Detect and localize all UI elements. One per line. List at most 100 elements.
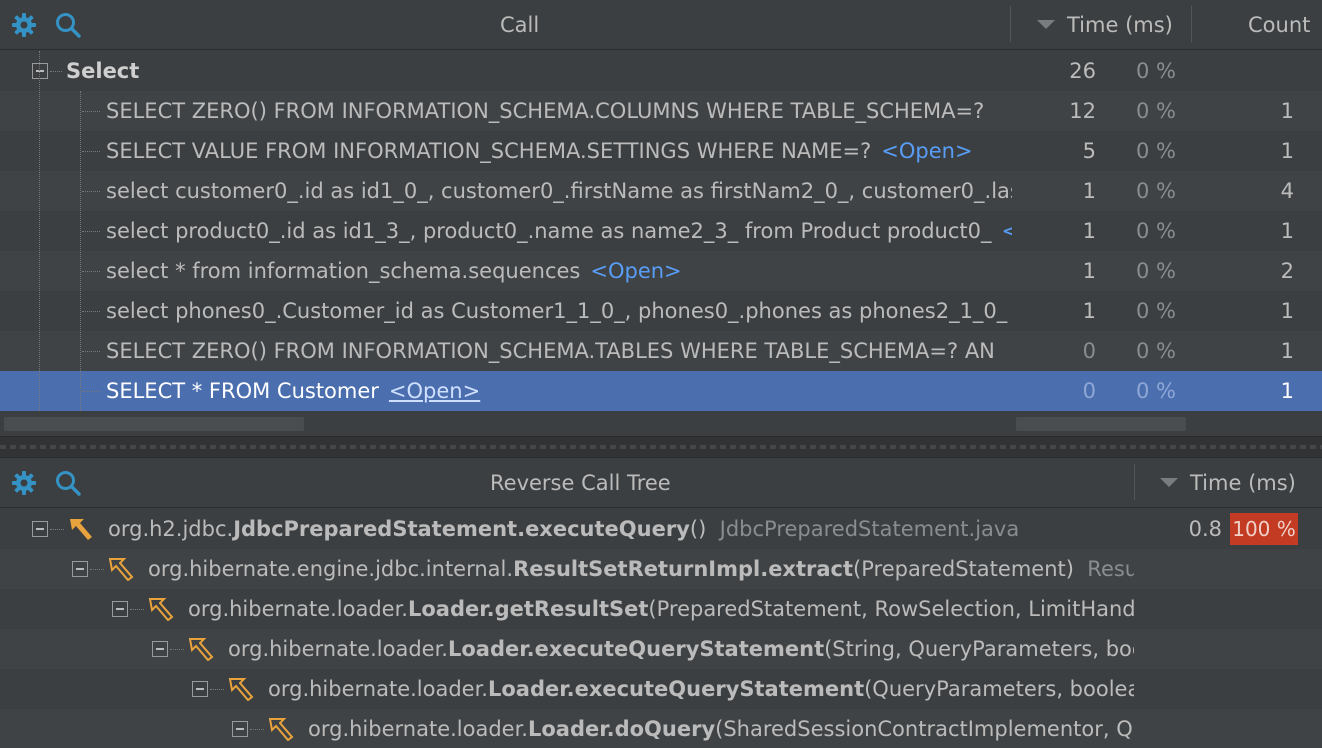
tree-connector [82, 151, 100, 152]
gear-icon[interactable] [10, 11, 38, 39]
tree-connector [82, 391, 100, 392]
call-percent: 0 % [1136, 259, 1176, 283]
search-icon[interactable] [54, 469, 82, 497]
frame-text: org.hibernate.engine.jdbc.internal.Resul… [148, 549, 1134, 589]
open-link[interactable]: < [1002, 219, 1013, 243]
frame-dot: . [517, 517, 526, 541]
frame-text: org.hibernate.loader.Loader.doQuery(Shar… [308, 709, 1134, 748]
frame-args: (SharedSessionContractImplementor, Qu [715, 717, 1134, 741]
call-count: 1 [1280, 299, 1294, 323]
call-percent: 0 % [1136, 219, 1176, 243]
call-sql: SELECT ZERO() FROM INFORMATION_SCHEMA.TA… [106, 339, 995, 363]
call-row-selected[interactable]: SELECT * FROM Customer <Open> 0 0 % 1 [0, 371, 1322, 411]
reverse-tree-row[interactable]: org.hibernate.engine.jdbc.internal.Resul… [0, 549, 1322, 589]
collapse-toggle-icon[interactable] [32, 521, 48, 537]
reverse-tree-row[interactable]: org.hibernate.loader.Loader.executeQuery… [0, 629, 1322, 669]
panel-splitter[interactable] [0, 436, 1322, 458]
frame-package: org.hibernate.loader. [188, 597, 408, 621]
call-text: SELECT ZERO() FROM INFORMATION_SCHEMA.TA… [106, 331, 1012, 371]
tree-connector [82, 351, 100, 352]
open-link[interactable]: <Open> [590, 259, 681, 283]
collapse-toggle-icon[interactable] [152, 641, 168, 657]
collapse-toggle-icon[interactable] [232, 721, 248, 737]
frame-text: org.hibernate.loader.Loader.getResultSet… [188, 589, 1134, 629]
reverse-tree-row[interactable]: org.hibernate.loader.Loader.executeQuery… [0, 669, 1322, 709]
frame-method: executeQuery [525, 517, 690, 541]
call-text: select customer0_.id as id1_0_, customer… [106, 171, 1012, 211]
tree-connector [250, 729, 264, 730]
call-text: SELECT ZERO() FROM INFORMATION_SCHEMA.CO… [106, 91, 1012, 131]
call-sql: SELECT VALUE FROM INFORMATION_SCHEMA.SET… [106, 139, 872, 163]
call-time: 5 [1082, 139, 1096, 163]
call-percent: 0 % [1136, 179, 1176, 203]
call-column-header[interactable]: Call [500, 0, 539, 50]
caller-arrow-icon [188, 638, 214, 661]
open-link[interactable]: <Open> [389, 379, 480, 403]
call-time: 1 [1082, 179, 1096, 203]
collapse-toggle-icon[interactable] [112, 601, 128, 617]
time-column-header[interactable]: Time (ms) [1037, 0, 1173, 50]
call-time: 12 [1069, 99, 1096, 123]
frame-args: (PreparedStatement, RowSelection, LimitH… [648, 597, 1134, 621]
call-count: 4 [1280, 179, 1294, 203]
frame-text: org.hibernate.loader.Loader.executeQuery… [268, 669, 1134, 709]
root-time: 26 [1069, 59, 1096, 83]
call-row[interactable]: select product0_.id as id1_3_, product0_… [0, 211, 1322, 251]
sort-descending-icon [1160, 477, 1178, 487]
tree-connector [210, 689, 224, 690]
frame-file: ResultS [1087, 557, 1134, 581]
call-row[interactable]: select customer0_.id as id1_0_, customer… [0, 171, 1322, 211]
gear-icon[interactable] [10, 469, 38, 497]
column-divider[interactable] [1191, 6, 1192, 42]
reverse-tree-row[interactable]: org.hibernate.loader.Loader.doQuery(Shar… [0, 709, 1322, 748]
collapse-toggle-icon[interactable] [72, 561, 88, 577]
call-percent: 0 % [1136, 299, 1176, 323]
collapse-toggle-icon[interactable] [32, 63, 48, 79]
search-icon[interactable] [54, 11, 82, 39]
frame-class: Loader [527, 717, 607, 741]
call-count: 1 [1280, 99, 1294, 123]
frame-time: 0.8 [1188, 517, 1222, 541]
open-link[interactable]: <Open> [881, 139, 972, 163]
call-time: 0 [1082, 339, 1096, 363]
frame-class: Loader [487, 677, 567, 701]
call-row[interactable]: SELECT ZERO() FROM INFORMATION_SCHEMA.CO… [0, 91, 1322, 131]
reverse-tree-row[interactable]: org.h2.jdbc.JdbcPreparedStatement.execut… [0, 509, 1322, 549]
column-divider[interactable] [1010, 6, 1011, 42]
horizontal-scrollbar[interactable] [0, 412, 1322, 436]
tree-connector [82, 271, 100, 272]
frame-args: (QueryParameters, boolean [864, 677, 1134, 701]
call-text: select * from information_schema.sequenc… [106, 251, 1012, 291]
sort-descending-icon [1037, 19, 1055, 29]
call-count: 1 [1280, 379, 1294, 403]
call-sql: SELECT * FROM Customer [106, 379, 379, 403]
column-divider[interactable] [1134, 464, 1135, 500]
tree-connector [50, 529, 64, 530]
tree-guide-line [39, 51, 40, 411]
call-row[interactable]: select * from information_schema.sequenc… [0, 251, 1322, 291]
count-column-header[interactable]: Count [1248, 0, 1310, 50]
call-row[interactable]: SELECT ZERO() FROM INFORMATION_SCHEMA.TA… [0, 331, 1322, 371]
collapse-toggle-icon[interactable] [192, 681, 208, 697]
frame-text: org.hibernate.loader.Loader.executeQuery… [228, 629, 1134, 669]
call-time: 1 [1082, 299, 1096, 323]
root-label: Select [66, 59, 140, 83]
reverse-call-tree-column-header[interactable]: Reverse Call Tree [490, 458, 671, 508]
frame-package: org.hibernate.loader. [268, 677, 488, 701]
root-percent: 0 % [1136, 59, 1176, 83]
call-row[interactable]: select phones0_.Customer_id as Customer1… [0, 291, 1322, 331]
tree-connector [82, 191, 100, 192]
call-count: 1 [1280, 219, 1294, 243]
time-column-header[interactable]: Time (ms) [1160, 458, 1296, 508]
time-column-label: Time (ms) [1067, 13, 1173, 37]
caller-arrow-icon [228, 678, 254, 701]
tree-row-select[interactable]: Select 26 0 % [0, 51, 1322, 91]
call-percent: 0 % [1136, 379, 1176, 403]
tree-connector [82, 311, 100, 312]
scrollbar-thumb[interactable] [4, 417, 304, 431]
call-row[interactable]: SELECT VALUE FROM INFORMATION_SCHEMA.SET… [0, 131, 1322, 171]
frame-method: doQuery [614, 717, 716, 741]
scrollbar-thumb[interactable] [1016, 417, 1186, 431]
reverse-tree-row[interactable]: org.hibernate.loader.Loader.getResultSet… [0, 589, 1322, 629]
tree-connector [82, 111, 100, 112]
